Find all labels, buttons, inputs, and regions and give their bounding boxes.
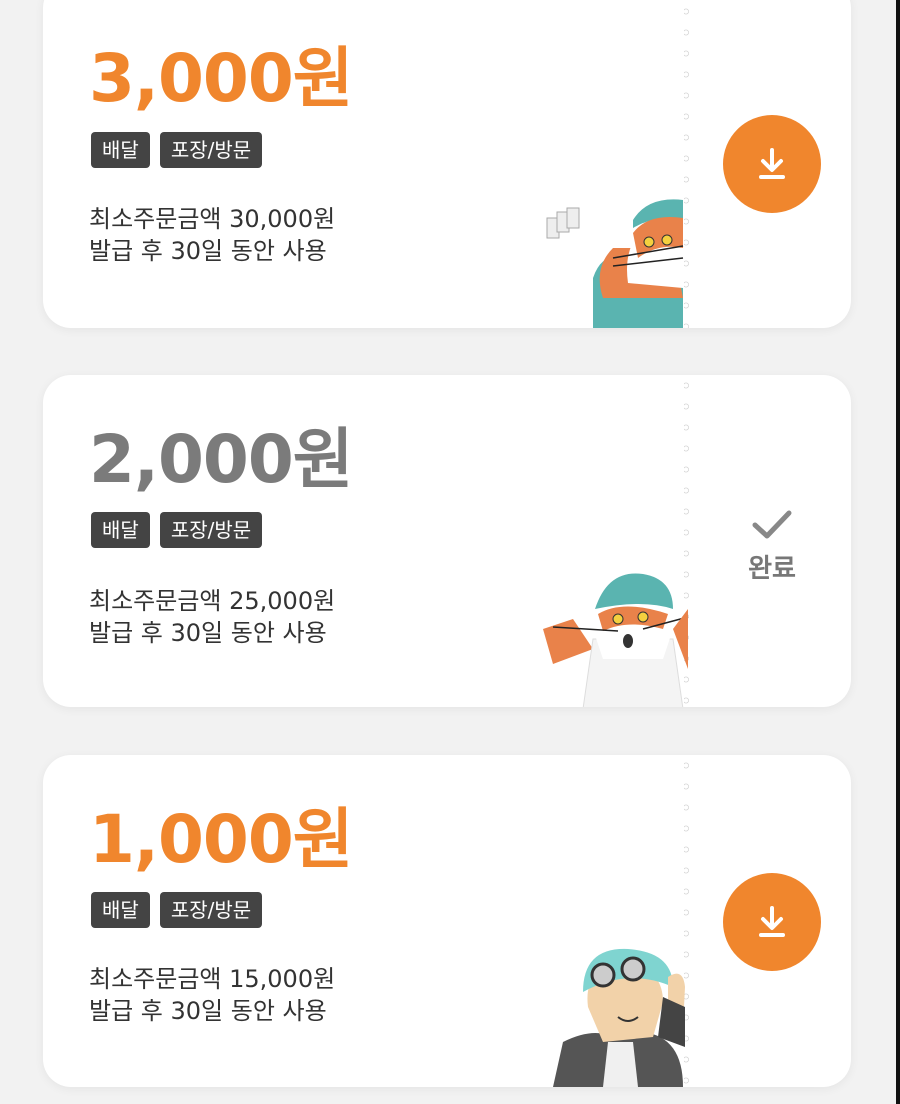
coupon-description: 최소주문금액 30,000원 발급 후 30일 동안 사용: [89, 203, 335, 267]
cat-illustration: [546, 199, 684, 328]
coupon-card: 3,000원 배달 포장/방문 최소주문금액 30,000원 발급 후 30일 …: [43, 0, 851, 328]
download-complete-indicator: 완료: [723, 508, 821, 585]
tag-delivery: 배달: [91, 132, 150, 168]
tag-pickup: 포장/방문: [159, 892, 263, 928]
coupon-description: 최소주문금액 25,000원 발급 후 30일 동안 사용: [89, 585, 335, 649]
tag-pickup: 포장/방문: [159, 132, 263, 168]
min-order-text: 최소주문금액 25,000원: [89, 587, 336, 615]
min-order-text: 최소주문금액 30,000원: [89, 205, 336, 233]
person-illustration: [553, 948, 685, 1087]
check-icon: [752, 510, 792, 539]
min-order-text: 최소주문금액 15,000원: [89, 965, 336, 993]
coupon-card: 1,000원 배달 포장/방문 최소주문금액 15,000원 발급 후 30일 …: [43, 755, 851, 1087]
done-label: 완료: [748, 554, 796, 584]
tag-delivery: 배달: [91, 512, 150, 548]
coupon-card: 2,000원 배달 포장/방문 최소주문금액 25,000원 발급 후 30일 …: [43, 375, 851, 707]
coupon-amount: 3,000원: [89, 40, 353, 117]
coupon-description: 최소주문금액 15,000원 발급 후 30일 동안 사용: [89, 963, 335, 1027]
coupon-tags: 배달 포장/방문: [91, 892, 263, 928]
download-button[interactable]: [723, 115, 821, 213]
validity-text: 발급 후 30일 동안 사용: [89, 237, 327, 265]
download-icon: [759, 148, 785, 179]
tag-delivery: 배달: [91, 892, 150, 928]
download-button[interactable]: [723, 873, 821, 971]
coupon-amount: 2,000원: [89, 421, 353, 498]
coupon-tags: 배달 포장/방문: [91, 132, 263, 168]
coupon-amount: 1,000원: [89, 801, 353, 878]
cat-illustration: [543, 573, 689, 707]
coupon-tags: 배달 포장/방문: [91, 512, 263, 548]
screen-edge: [896, 0, 900, 1104]
download-icon: [759, 906, 785, 937]
validity-text: 발급 후 30일 동안 사용: [89, 997, 327, 1025]
validity-text: 발급 후 30일 동안 사용: [89, 619, 327, 647]
tag-pickup: 포장/방문: [159, 512, 263, 548]
